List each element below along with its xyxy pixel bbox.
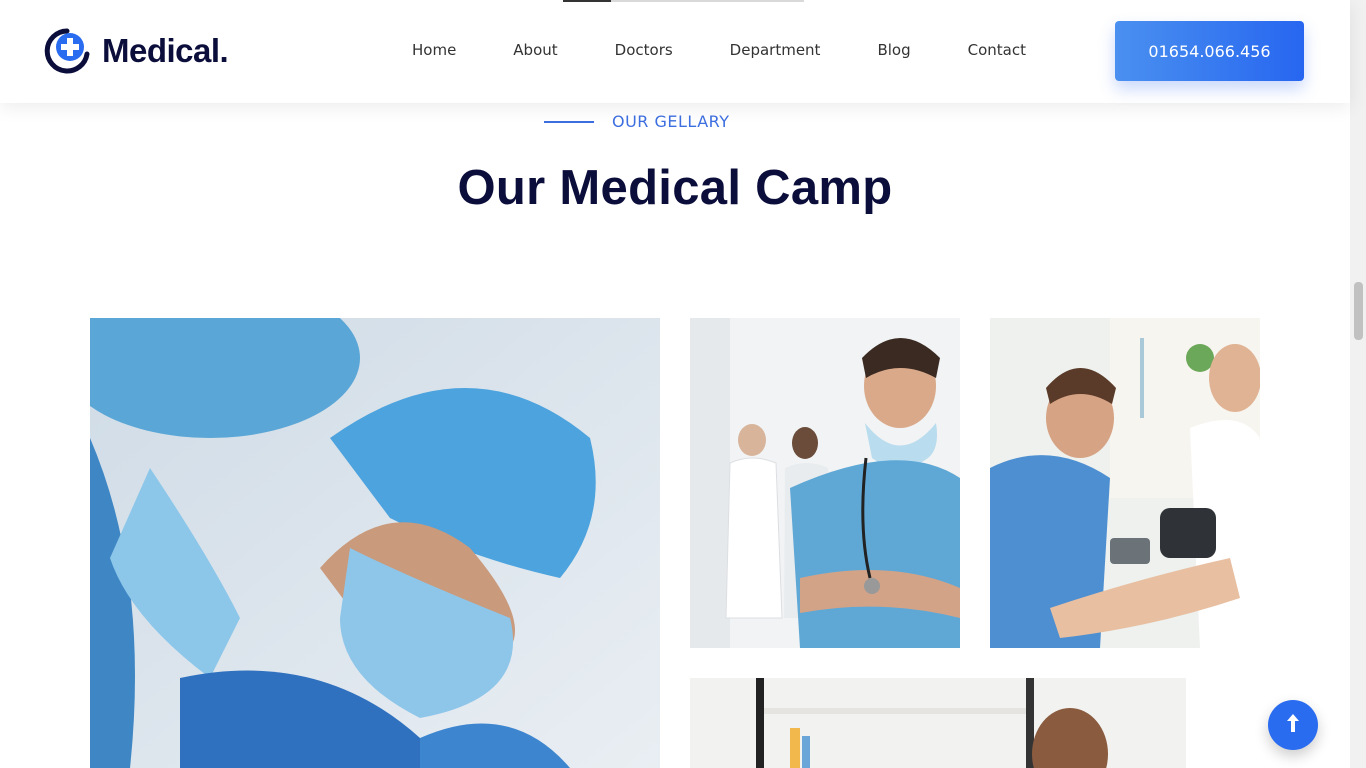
brand-name: Medical. [102, 32, 229, 69]
surgeon-photo [90, 318, 660, 768]
phone-button[interactable]: 01654.066.456 [1115, 21, 1304, 81]
eyebrow-text: OUR GELLARY [612, 112, 730, 131]
arrow-up-icon [1285, 713, 1301, 738]
scrollbar-thumb[interactable] [1354, 282, 1363, 340]
gallery-image-blood-pressure[interactable] [990, 318, 1260, 648]
back-to-top-button[interactable] [1268, 700, 1318, 750]
section-eyebrow: OUR GELLARY [544, 112, 730, 131]
page-scrollbar[interactable] [1350, 0, 1366, 768]
gallery-image-patient[interactable] [690, 678, 1260, 768]
top-progress-indicator [563, 0, 804, 2]
medical-cross-icon [44, 28, 90, 74]
top-progress-active [563, 0, 611, 2]
blood-pressure-photo [990, 318, 1260, 648]
nav-department[interactable]: Department [730, 41, 821, 59]
nav-contact[interactable]: Contact [968, 41, 1026, 59]
nav-blog[interactable]: Blog [877, 41, 910, 59]
nav-about[interactable]: About [513, 41, 557, 59]
main-nav: Home About Doctors Department Blog Conta… [412, 41, 1026, 59]
gallery-image-doctor[interactable] [690, 318, 960, 648]
gallery-image-surgeon[interactable] [90, 318, 660, 768]
nav-home[interactable]: Home [412, 41, 456, 59]
section-title: Our Medical Camp [457, 161, 893, 215]
site-header: Medical. Home About Doctors Department B… [0, 0, 1350, 103]
doctor-crossed-arms-photo [690, 318, 960, 648]
nav-doctors[interactable]: Doctors [615, 41, 673, 59]
patient-photo [690, 678, 1260, 768]
eyebrow-line [544, 120, 594, 123]
site-logo[interactable]: Medical. [44, 28, 229, 74]
